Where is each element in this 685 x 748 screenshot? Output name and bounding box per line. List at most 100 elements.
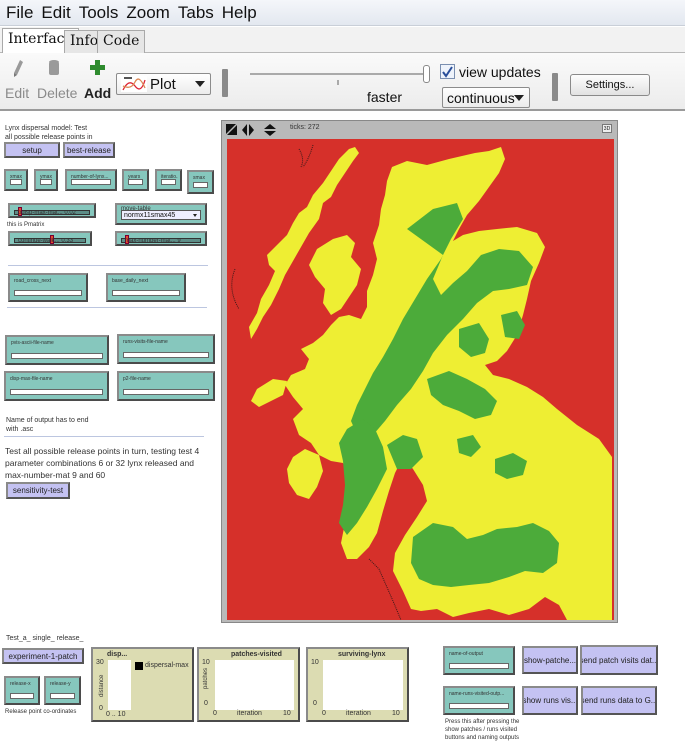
islay-jura-land bbox=[287, 449, 323, 499]
input-field[interactable] bbox=[14, 290, 82, 296]
sensitivity-note-line: max-number-mat 9 and 60 bbox=[5, 470, 106, 480]
input-p2-file-name[interactable]: p2-file-name bbox=[117, 371, 215, 401]
input-years[interactable]: years bbox=[122, 169, 149, 191]
slider-continue-walk[interactable]: continue-walk... 0.33 bbox=[8, 231, 92, 246]
experiment-1-patch-button[interactable]: experiment-1-patch bbox=[2, 648, 84, 664]
plot-surviving-lynx[interactable]: surviving-lynx 10 0 0 iteration 10 bbox=[306, 647, 409, 722]
x-range-tick: 0 .. 10 bbox=[106, 711, 126, 718]
input-field[interactable] bbox=[123, 389, 209, 395]
update-mode-value: continuous bbox=[447, 89, 515, 106]
menu-edit[interactable]: Edit bbox=[37, 3, 74, 23]
input-label: name-of-output bbox=[449, 651, 483, 657]
press-note-line: buttons and naming outputs bbox=[445, 735, 520, 741]
setup-button[interactable]: setup bbox=[4, 142, 60, 158]
tab-code[interactable]: Code bbox=[97, 30, 146, 53]
input-field[interactable] bbox=[123, 352, 209, 358]
edit-button[interactable]: Edit bbox=[5, 57, 35, 103]
menu-tabs[interactable]: Tabs bbox=[174, 3, 218, 23]
chooser-move-table[interactable]: move-table normx11smax45 bbox=[115, 203, 207, 225]
input-field[interactable] bbox=[10, 693, 34, 699]
add-button[interactable]: Add bbox=[82, 57, 112, 103]
input-field[interactable] bbox=[193, 182, 208, 188]
menu-tools[interactable]: Tools bbox=[75, 3, 123, 23]
input-field[interactable] bbox=[10, 179, 22, 185]
output-note-line: Name of output has to end bbox=[6, 417, 89, 424]
vertical-arrows-icon[interactable] bbox=[264, 124, 276, 136]
speed-slider-track[interactable] bbox=[250, 73, 430, 75]
show-patches-button[interactable]: show-patche... bbox=[522, 646, 578, 674]
plot-dispersal[interactable]: disp... 30 0 distance 0 .. 10 dispersal-… bbox=[91, 647, 194, 722]
input-label: name-runs-visited-outp... bbox=[449, 691, 505, 697]
input-field[interactable] bbox=[161, 179, 176, 185]
sensitivity-test-button[interactable]: sensitivity-test bbox=[6, 482, 70, 499]
input-xmax[interactable]: xmax bbox=[4, 169, 28, 191]
widget-type-dropdown[interactable]: Plot bbox=[116, 73, 211, 95]
delete-button[interactable]: Delete bbox=[35, 57, 77, 103]
slider-label: continue-walk... 0.33 bbox=[18, 238, 74, 244]
input-name-of-output[interactable]: name-of-output bbox=[443, 646, 515, 675]
legend-swatch bbox=[135, 662, 143, 670]
view-updates-label: view updates bbox=[459, 64, 541, 80]
input-label: release-x bbox=[10, 681, 31, 687]
input-field[interactable] bbox=[449, 663, 509, 669]
view-header: ticks: 272 3D bbox=[222, 121, 617, 137]
sensitivity-note-line: Test all possible release points in turn… bbox=[5, 446, 200, 456]
input-field[interactable] bbox=[50, 693, 75, 699]
menu-help[interactable]: Help bbox=[218, 3, 261, 23]
input-name-runs-visited-output[interactable]: name-runs-visited-outp... bbox=[443, 686, 515, 715]
input-label: runs-visits-file-name bbox=[123, 339, 168, 345]
input-field[interactable] bbox=[449, 703, 509, 709]
input-road-cross-next[interactable]: road_cross_next bbox=[8, 273, 88, 302]
input-field[interactable] bbox=[71, 179, 111, 185]
plot-icon bbox=[121, 76, 147, 92]
press-note-line: show patches / runs visited bbox=[445, 727, 518, 733]
input-field[interactable] bbox=[11, 353, 103, 359]
send-patch-visits-button[interactable]: send patch visits dat... bbox=[580, 645, 658, 675]
show-runs-visited-button[interactable]: show runs vis... bbox=[522, 686, 578, 715]
input-field[interactable] bbox=[128, 179, 143, 185]
toolbar-separator bbox=[552, 73, 558, 101]
scotland-map bbox=[231, 144, 612, 620]
resize-icon[interactable] bbox=[226, 124, 238, 136]
menubar: File Edit Tools Zoom Tabs Help bbox=[0, 0, 685, 26]
input-release-x[interactable]: release-x bbox=[4, 676, 40, 705]
input-release-y[interactable]: release-y bbox=[44, 676, 81, 705]
plot-patches-visited[interactable]: patches-visited 10 0 patches 0 iteration… bbox=[197, 647, 300, 722]
intro-note: Lynx dispersal model: Test all possible … bbox=[5, 124, 93, 142]
input-field[interactable] bbox=[10, 389, 103, 395]
chooser-select[interactable]: normx11smax45 bbox=[121, 210, 201, 220]
press-note: Press this after pressing the show patch… bbox=[445, 718, 519, 742]
checkmark-icon bbox=[442, 66, 453, 78]
matrix-note: this is Pmatrix bbox=[7, 222, 45, 228]
input-number-of-lynx[interactable]: number-of-lynx... bbox=[65, 169, 117, 191]
slider-label: pdisp-max-mat... 0.02 bbox=[18, 210, 77, 216]
input-disp-max-file-name[interactable]: disp-max-file-name bbox=[4, 371, 109, 401]
plot-canvas bbox=[108, 660, 131, 710]
input-iterations[interactable]: iteratio... bbox=[155, 169, 182, 191]
input-pvis-ascii-file-name[interactable]: pvis-ascii-file-name bbox=[5, 335, 109, 365]
horizontal-arrows-icon[interactable] bbox=[242, 124, 254, 136]
update-mode-dropdown[interactable]: continuous bbox=[442, 87, 530, 108]
3d-view-button[interactable]: 3D bbox=[602, 124, 612, 133]
input-smax[interactable]: smax bbox=[187, 170, 214, 194]
menu-zoom[interactable]: Zoom bbox=[122, 3, 173, 23]
plot-title: disp... bbox=[107, 651, 128, 658]
settings-button[interactable]: Settings... bbox=[570, 74, 650, 96]
input-base-daily-next[interactable]: base_daily_next bbox=[106, 273, 186, 302]
input-field[interactable] bbox=[40, 179, 52, 185]
trash-icon bbox=[49, 60, 59, 75]
speed-slider-center-tick bbox=[337, 80, 339, 85]
slider-max-number-mat[interactable]: max-number-mat... 9 bbox=[115, 231, 207, 246]
input-label: road_cross_next bbox=[14, 278, 51, 284]
speed-slider-handle[interactable] bbox=[423, 65, 430, 83]
view-updates-checkbox[interactable] bbox=[440, 64, 455, 79]
input-runs-visits-file-name[interactable]: runs-visits-file-name bbox=[117, 334, 215, 364]
best-release-button[interactable]: best-release bbox=[63, 142, 115, 158]
menu-file[interactable]: File bbox=[2, 3, 37, 23]
input-ymax[interactable]: ymax bbox=[34, 169, 58, 191]
send-runs-data-button[interactable]: send runs data to G... bbox=[581, 686, 657, 715]
world-map[interactable] bbox=[227, 139, 614, 620]
slider-pdisp-max[interactable]: pdisp-max-mat... 0.02 bbox=[8, 203, 96, 218]
input-field[interactable] bbox=[112, 290, 180, 296]
x-axis-label: iteration bbox=[237, 710, 262, 717]
